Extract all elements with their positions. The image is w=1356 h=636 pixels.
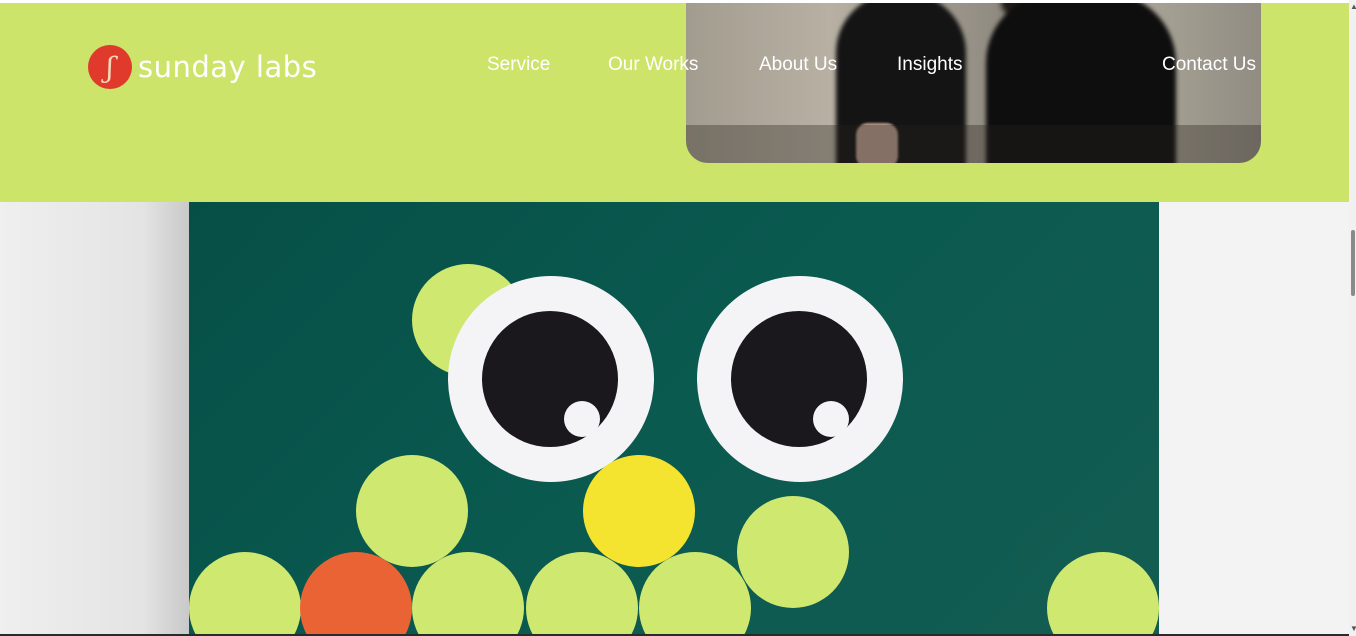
brand-logo[interactable]: ʃ sunday labs	[88, 43, 317, 91]
nav-our-works[interactable]: Our Works	[608, 54, 698, 76]
lime-circle	[189, 552, 301, 636]
right-background	[1159, 202, 1349, 636]
nav-insights[interactable]: Insights	[897, 54, 962, 76]
brand-name: sunday labs	[138, 50, 318, 84]
left-shadow	[0, 202, 189, 636]
nav-contact-us[interactable]: Contact Us	[1162, 54, 1256, 76]
page-scrollbar[interactable]	[1349, 0, 1356, 636]
yellow-circle	[583, 455, 695, 567]
lime-circle	[639, 552, 751, 636]
scroll-up-icon[interactable]: ▲	[1350, 2, 1356, 11]
lime-circle	[737, 496, 849, 608]
right-eye-icon	[697, 276, 903, 482]
lime-circle	[356, 455, 468, 567]
nav-about-us[interactable]: About Us	[759, 54, 837, 76]
lime-circle	[1047, 552, 1159, 636]
logo-mark-icon: ʃ	[88, 45, 132, 89]
scrollbar-thumb[interactable]	[1351, 230, 1355, 296]
team-photo	[686, 3, 1261, 163]
lime-circle	[412, 552, 524, 636]
left-eye-icon	[448, 276, 654, 482]
scroll-down-icon[interactable]: ▼	[1350, 624, 1356, 633]
site-header: ʃ sunday labs Service Our Works About Us…	[0, 3, 1349, 202]
lime-circle	[526, 552, 638, 636]
nav-service[interactable]: Service	[487, 54, 550, 76]
hero-illustration	[189, 202, 1159, 636]
